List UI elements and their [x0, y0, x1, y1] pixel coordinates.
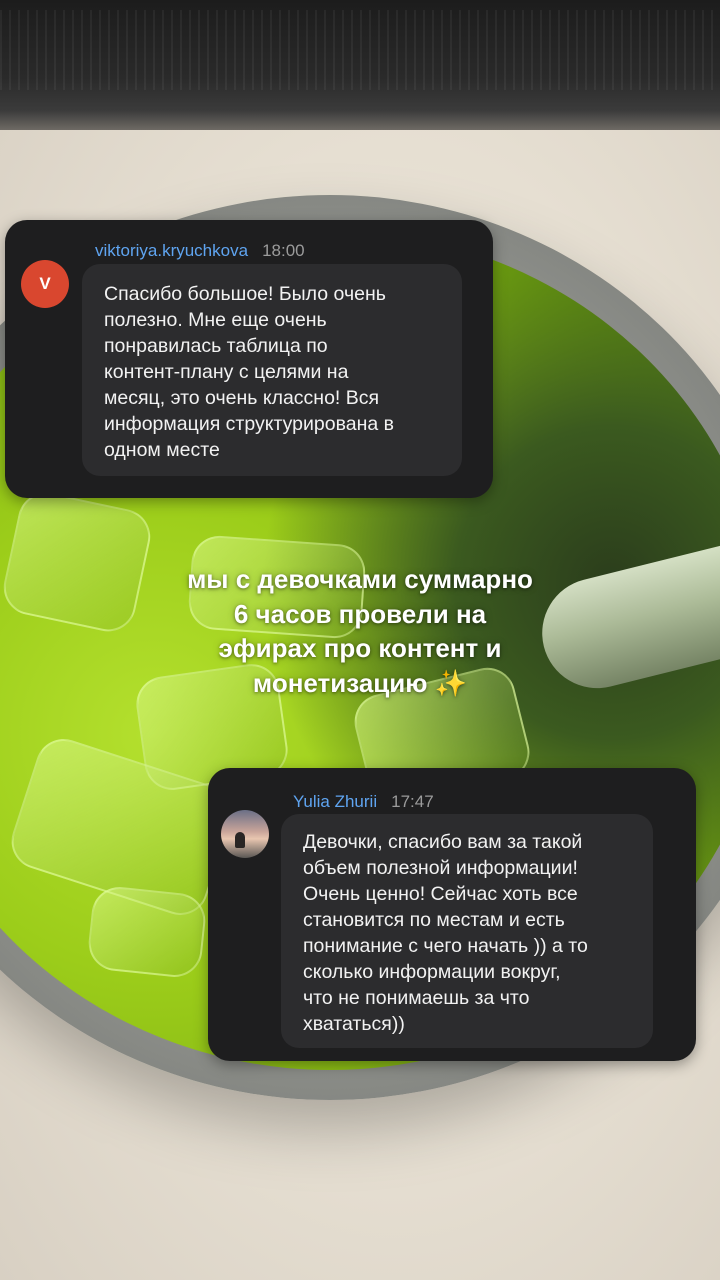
message-bubble: Девочки, спасибо вам за такой объем поле… — [281, 814, 653, 1048]
timestamp: 17:47 — [391, 792, 434, 811]
story-caption: мы с девочками суммарно 6 часов провели … — [60, 562, 660, 700]
comment-card: V viktoriya.kryuchkova 18:00 Спасибо боль… — [5, 220, 493, 498]
comment-meta: viktoriya.kryuchkova 18:00 — [95, 241, 305, 261]
message-text: Спасибо большое! Было очень полезно. Мне… — [104, 283, 394, 461]
username[interactable]: viktoriya.kryuchkova — [95, 241, 248, 260]
sparkles-icon: ✨ — [434, 667, 468, 698]
caption-text: мы с девочками суммарно 6 часов провели … — [187, 564, 533, 698]
message-bubble: Спасибо большое! Было очень полезно. Мне… — [82, 264, 462, 476]
comment-card: Yulia Zhurii 17:47 Девочки, спасибо вам з… — [208, 768, 696, 1061]
username[interactable]: Yulia Zhurii — [293, 792, 377, 811]
comment-meta: Yulia Zhurii 17:47 — [293, 792, 434, 812]
message-text: Девочки, спасибо вам за такой объем поле… — [303, 831, 588, 1035]
avatar[interactable]: V — [21, 260, 69, 308]
avatar[interactable] — [221, 810, 269, 858]
timestamp: 18:00 — [262, 241, 305, 260]
keyboard-edge — [0, 0, 720, 130]
ice-cube — [85, 884, 209, 980]
